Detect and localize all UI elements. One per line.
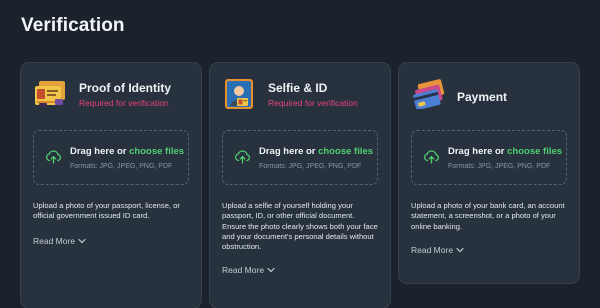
- formats-hint: Formats: JPG, JPEG, PNG, PDF: [259, 163, 362, 170]
- card-title: Selfie & ID: [268, 81, 328, 95]
- read-more-button[interactable]: Read More: [222, 265, 275, 275]
- chevron-down-icon: [78, 238, 86, 244]
- read-more-label: Read More: [33, 236, 76, 246]
- formats-hint: Formats: JPG, JPEG, PNG, PDF: [448, 163, 551, 170]
- choose-files-link[interactable]: choose files: [507, 146, 562, 157]
- card-title: Proof of Identity: [79, 81, 171, 95]
- drop-prefix: Drag here or: [70, 146, 130, 157]
- page-title: Verification: [21, 15, 125, 36]
- card-description: Upload a selfie of yourself holding your…: [222, 201, 378, 252]
- upload-dropzone[interactable]: Drag here or choose files Formats: JPG, …: [33, 130, 189, 185]
- chevron-down-icon: [267, 267, 275, 273]
- choose-files-link[interactable]: choose files: [318, 146, 373, 157]
- upload-dropzone[interactable]: Drag here or choose files Formats: JPG, …: [411, 130, 567, 185]
- chevron-down-icon: [456, 247, 464, 253]
- drop-text: Drag here or choose files: [259, 146, 373, 157]
- selfie-id-icon: [225, 79, 253, 109]
- cloud-upload-icon: [45, 150, 61, 164]
- choose-files-link[interactable]: choose files: [129, 146, 184, 157]
- card-header: Payment: [411, 75, 571, 115]
- drop-prefix: Drag here or: [259, 146, 319, 157]
- id-card-icon: [35, 81, 65, 107]
- drop-text: Drag here or choose files: [448, 146, 562, 157]
- drop-prefix: Drag here or: [448, 146, 508, 157]
- read-more-label: Read More: [411, 245, 454, 255]
- read-more-button[interactable]: Read More: [411, 245, 464, 255]
- card-description: Upload a photo of your passport, license…: [33, 201, 180, 221]
- read-more-label: Read More: [222, 265, 265, 275]
- card-payment: Payment Drag here or choose files Format…: [398, 62, 580, 284]
- required-label: Required for verification: [268, 98, 358, 108]
- card-header: Proof of Identity Required for verificat…: [33, 75, 193, 115]
- card-header: Selfie & ID Required for verification: [222, 75, 382, 115]
- cloud-upload-icon: [234, 150, 250, 164]
- payment-card-icon: [413, 79, 445, 109]
- card-selfie-id: Selfie & ID Required for verification Dr…: [209, 62, 391, 308]
- read-more-button[interactable]: Read More: [33, 236, 86, 246]
- card-proof-of-identity: Proof of Identity Required for verificat…: [20, 62, 202, 308]
- cloud-upload-icon: [423, 150, 439, 164]
- required-label: Required for verification: [79, 98, 169, 108]
- drop-text: Drag here or choose files: [70, 146, 184, 157]
- card-description: Upload a photo of your bank card, an acc…: [411, 201, 565, 231]
- formats-hint: Formats: JPG, JPEG, PNG, PDF: [70, 163, 173, 170]
- upload-dropzone[interactable]: Drag here or choose files Formats: JPG, …: [222, 130, 378, 185]
- card-title: Payment: [457, 90, 508, 104]
